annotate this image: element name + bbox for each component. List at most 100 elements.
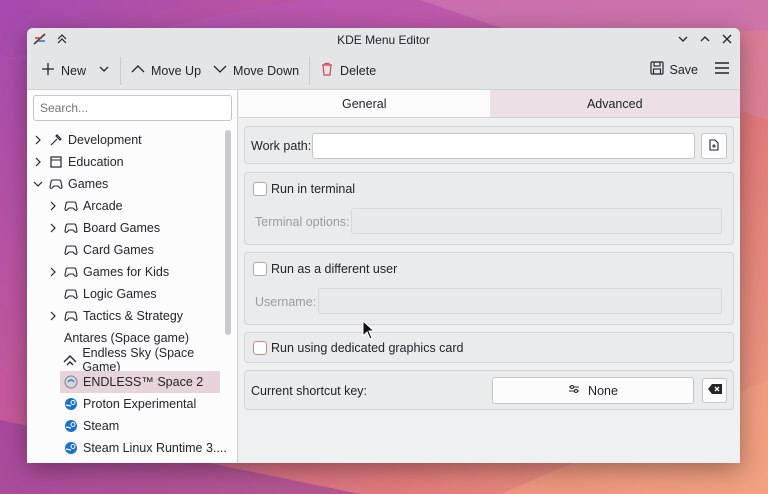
tree-item[interactable]: Card Games [27,239,227,261]
tree-item-label: Games for Kids [83,265,170,279]
shortcut-label: Current shortcut key: [251,384,368,398]
main-toolbar: New Move Up Move Down Delete Save [27,52,740,90]
chevron-right-icon[interactable] [47,266,59,278]
run-in-terminal-checkbox[interactable] [253,182,267,196]
shortcut-button[interactable]: None [492,377,694,404]
delete-button[interactable]: Delete [314,58,382,83]
chevron-down-icon[interactable] [98,63,110,78]
tab-general[interactable]: General [239,90,490,117]
tree-scrollbar[interactable] [225,130,231,335]
move-up-button[interactable]: Move Up [125,58,207,83]
chevron-right-icon[interactable] [47,222,59,234]
move-up-label: Move Up [151,63,202,78]
search-input[interactable] [33,95,232,121]
terminal-group: Run in terminal Terminal options: [244,172,734,245]
menu-tree: Development Education Games Arcade Board Gam… [27,129,227,459]
dedicated-gpu-label: Run using dedicated graphics card [271,341,464,355]
tree-item-label: Education [68,155,124,169]
document-open-icon [708,138,720,154]
shortcut-value: None [588,383,618,398]
dedicated-gpu-group: Run using dedicated graphics card [244,332,734,363]
clear-icon [707,383,723,398]
keep-above-icon[interactable] [55,32,69,46]
arrow-up-icon [131,62,145,79]
save-label: Save [669,62,699,77]
tree-item[interactable]: Arcade [27,195,227,217]
different-user-group: Run as a different user Username: [244,252,734,325]
tree-item-label: Proton Experimental [83,397,197,411]
tree-item[interactable]: Steam [27,415,227,437]
education-icon [49,155,63,169]
tree-item[interactable]: Endless Sky (Space Game) [27,346,227,374]
shortcut-group: Current shortcut key: None [244,370,734,410]
tree-item[interactable]: Board Games [27,217,227,239]
chevron-down-icon[interactable] [32,178,44,190]
clear-shortcut-button[interactable] [702,378,727,403]
tree-item[interactable]: Education [27,151,227,173]
move-down-button[interactable]: Move Down [207,58,305,83]
browse-button[interactable] [701,133,727,159]
toolbar-separator [309,56,311,85]
chevron-right-icon[interactable] [32,134,44,146]
title-bar: KDE Menu Editor [27,28,740,52]
minimize-button[interactable] [676,32,690,46]
mouse-cursor-icon [362,320,376,340]
tree-item[interactable]: Proton Experimental [27,393,227,415]
save-button[interactable]: Save [644,57,705,82]
tree-item-label: Tactics & Strategy [83,309,184,323]
menu-editor-window: KDE Menu Editor New Move Up Move Down De… [27,28,740,463]
terminal-options-label: Terminal options: [255,215,350,229]
tree-item-label: Logic Games [83,287,157,301]
new-label: New [61,63,87,78]
tree-item[interactable]: Steam Linux Runtime 3.... [27,437,227,459]
endless-icon [64,375,78,389]
chevron-right-icon[interactable] [47,200,59,212]
tree-item-label: Development [68,133,142,147]
tree-item-label: Steam Linux Runtime 3.... [83,441,227,455]
tree-item-label: Steam [83,419,120,433]
tree-item-label: Endless Sky (Space Game) [82,346,195,374]
chevron-right-icon[interactable] [32,156,44,168]
steam-icon [64,419,78,433]
plus-icon [41,62,55,79]
arrow-down-icon [213,62,227,79]
tree-item[interactable]: Logic Games [27,283,227,305]
username-input[interactable] [318,288,722,314]
work-path-label: Work path: [251,139,312,153]
trash-icon [320,62,334,79]
tree-item-label: Board Games [83,221,161,235]
gamepad-icon [64,199,78,213]
tree-item[interactable]: Games [27,173,227,195]
tree-item[interactable]: Development [27,129,227,151]
menu-tree-panel: Development Education Games Arcade Board Gam… [27,90,238,463]
steam-icon [64,441,78,455]
toolbar-separator [120,56,122,85]
hammer-icon [49,133,63,147]
app-icon [33,32,47,46]
tree-item[interactable]: ENDLESS™ Space 2 [60,371,220,393]
hamburger-menu-icon[interactable] [714,61,730,78]
tab-advanced[interactable]: Advanced [489,90,740,117]
chevron-right-icon[interactable] [47,310,59,322]
close-button[interactable] [720,32,734,46]
terminal-options-input[interactable] [351,208,722,234]
tree-item[interactable]: Tactics & Strategy [27,305,227,327]
gamepad-icon [64,309,78,323]
run-as-different-user-checkbox[interactable] [253,262,267,276]
username-label: Username: [255,295,317,309]
maximize-button[interactable] [698,32,712,46]
tree-item-label: Games [68,177,109,191]
tree-item[interactable]: Games for Kids [27,261,227,283]
tree-item-label: Antares (Space game) [64,331,190,345]
work-path-input[interactable] [312,133,695,159]
new-button[interactable]: New [35,58,116,83]
dedicated-gpu-checkbox[interactable] [253,341,267,355]
gamepad-icon [64,243,78,257]
steam-icon [64,397,78,411]
move-down-label: Move Down [233,63,300,78]
